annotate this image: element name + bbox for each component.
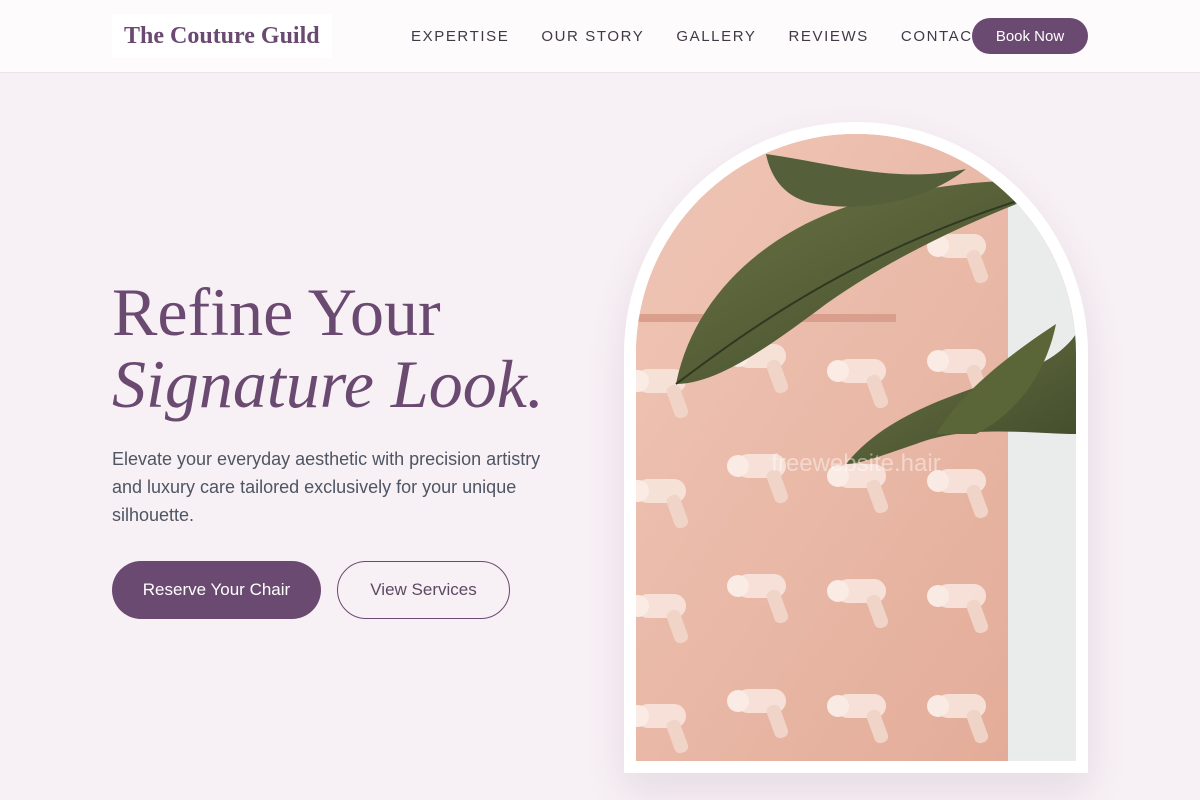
hero-title: Refine Your Signature Look. xyxy=(112,276,544,420)
site-header: The Couture Guild EXPERTISE OUR STORY GA… xyxy=(0,0,1200,73)
view-services-button[interactable]: View Services xyxy=(337,561,510,619)
hero-title-line1: Refine Your xyxy=(112,274,441,350)
hero-image-frame: freewebsite.hair xyxy=(624,122,1088,773)
brand-logo[interactable]: The Couture Guild xyxy=(112,14,332,58)
image-watermark: freewebsite.hair xyxy=(771,450,941,477)
hero-subtitle: Elevate your everyday aesthetic with pre… xyxy=(112,449,541,525)
nav-gallery[interactable]: GALLERY xyxy=(676,28,756,45)
hero-image: freewebsite.hair xyxy=(636,134,1076,761)
nav-expertise[interactable]: EXPERTISE xyxy=(411,28,509,45)
reserve-chair-button[interactable]: Reserve Your Chair xyxy=(112,561,321,619)
book-now-button[interactable]: Book Now xyxy=(972,18,1088,54)
hero-title-line2: Signature Look. xyxy=(112,346,544,422)
hair-dryer-wall-photo xyxy=(636,134,1076,761)
main-nav: EXPERTISE OUR STORY GALLERY REVIEWS CONT… xyxy=(411,0,983,72)
nav-our-story[interactable]: OUR STORY xyxy=(541,28,644,45)
nav-reviews[interactable]: REVIEWS xyxy=(789,28,869,45)
